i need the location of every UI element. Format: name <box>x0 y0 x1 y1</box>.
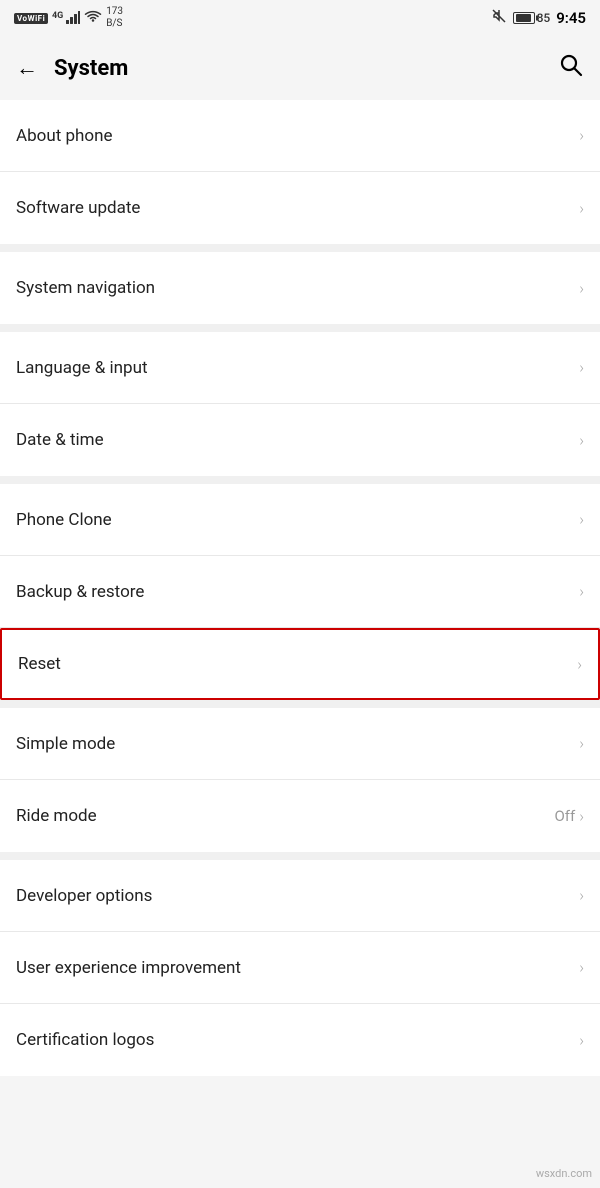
search-button[interactable] <box>558 52 584 84</box>
item-right-phone-clone: › <box>579 510 584 529</box>
item-label-date-time: Date & time <box>16 430 104 450</box>
settings-item-language-input[interactable]: Language & input › <box>0 332 600 404</box>
header-left: ← System <box>16 55 128 81</box>
svg-text:4G: 4G <box>52 11 63 21</box>
vowifi-badge: VoWiFi <box>14 13 48 24</box>
data-speed: 173B/S <box>106 6 123 30</box>
item-label-user-experience: User experience improvement <box>16 958 241 978</box>
item-label-simple-mode: Simple mode <box>16 734 115 754</box>
status-bar-left: VoWiFi 4G 173B/S <box>14 6 123 30</box>
page-title: System <box>54 56 128 81</box>
signal-strength: 4G <box>52 8 80 29</box>
item-label-developer-options: Developer options <box>16 886 152 906</box>
item-label-certification-logos: Certification logos <box>16 1030 154 1050</box>
back-button[interactable]: ← <box>16 55 38 81</box>
settings-item-certification-logos[interactable]: Certification logos › <box>0 1004 600 1076</box>
item-right-system-navigation: › <box>579 279 584 298</box>
settings-group-3: Language & input › Date & time › <box>0 332 600 476</box>
time-display: 9:45 <box>556 9 586 27</box>
status-bar: VoWiFi 4G 173B/S <box>0 0 600 36</box>
item-label-phone-clone: Phone Clone <box>16 510 112 530</box>
chevron-language-input: › <box>579 358 584 377</box>
item-label-reset: Reset <box>18 654 61 674</box>
battery-percentage: 85 <box>537 11 551 25</box>
item-label-language-input: Language & input <box>16 358 148 378</box>
status-bar-right: 85 9:45 <box>491 8 586 28</box>
settings-item-simple-mode[interactable]: Simple mode › <box>0 708 600 780</box>
item-label-backup-restore: Backup & restore <box>16 582 144 602</box>
section-divider-4 <box>0 700 600 708</box>
section-divider-2 <box>0 324 600 332</box>
battery-icon <box>513 12 535 24</box>
item-label-ride-mode: Ride mode <box>16 806 97 826</box>
item-right-backup-restore: › <box>579 582 584 601</box>
item-right-developer-options: › <box>579 886 584 905</box>
chevron-software-update: › <box>579 199 584 218</box>
mute-icon <box>491 8 507 28</box>
settings-group-1: About phone › Software update › <box>0 100 600 244</box>
battery-fill <box>516 14 531 22</box>
chevron-certification-logos: › <box>579 1031 584 1050</box>
item-label-system-navigation: System navigation <box>16 278 155 298</box>
chevron-date-time: › <box>579 431 584 450</box>
settings-item-developer-options[interactable]: Developer options › <box>0 860 600 932</box>
settings-item-date-time[interactable]: Date & time › <box>0 404 600 476</box>
chevron-backup-restore: › <box>579 582 584 601</box>
item-right-simple-mode: › <box>579 734 584 753</box>
item-right-reset: › <box>577 655 582 674</box>
ride-mode-value: Off <box>554 807 575 825</box>
item-right-date-time: › <box>579 431 584 450</box>
settings-item-ride-mode[interactable]: Ride mode Off › <box>0 780 600 852</box>
item-right-language-input: › <box>579 358 584 377</box>
item-right-certification-logos: › <box>579 1031 584 1050</box>
settings-group-2: System navigation › <box>0 252 600 324</box>
battery-indicator: 85 <box>513 11 551 25</box>
settings-group-4: Phone Clone › Backup & restore › Reset › <box>0 484 600 700</box>
chevron-system-navigation: › <box>579 279 584 298</box>
settings-item-about-phone[interactable]: About phone › <box>0 100 600 172</box>
chevron-reset: › <box>577 655 582 674</box>
watermark: wsxdn.com <box>536 1167 592 1180</box>
settings-item-phone-clone[interactable]: Phone Clone › <box>0 484 600 556</box>
settings-group-5: Simple mode › Ride mode Off › <box>0 708 600 852</box>
item-right-user-experience: › <box>579 958 584 977</box>
section-divider-5 <box>0 852 600 860</box>
item-right-about-phone: › <box>579 126 584 145</box>
chevron-user-experience: › <box>579 958 584 977</box>
settings-list: About phone › Software update › System n… <box>0 100 600 1076</box>
settings-item-system-navigation[interactable]: System navigation › <box>0 252 600 324</box>
section-divider-3 <box>0 476 600 484</box>
settings-item-reset[interactable]: Reset › <box>0 628 600 700</box>
settings-group-6: Developer options › User experience impr… <box>0 860 600 1076</box>
chevron-developer-options: › <box>579 886 584 905</box>
item-label-about-phone: About phone <box>16 126 113 146</box>
settings-item-software-update[interactable]: Software update › <box>0 172 600 244</box>
settings-item-user-experience[interactable]: User experience improvement › <box>0 932 600 1004</box>
item-right-ride-mode: Off › <box>554 807 584 826</box>
wifi-icon <box>84 9 102 28</box>
section-divider-1 <box>0 244 600 252</box>
chevron-ride-mode: › <box>579 807 584 826</box>
chevron-simple-mode: › <box>579 734 584 753</box>
item-label-software-update: Software update <box>16 198 140 218</box>
chevron-phone-clone: › <box>579 510 584 529</box>
item-right-software-update: › <box>579 199 584 218</box>
chevron-about-phone: › <box>579 126 584 145</box>
settings-item-backup-restore[interactable]: Backup & restore › <box>0 556 600 628</box>
header: ← System <box>0 36 600 100</box>
